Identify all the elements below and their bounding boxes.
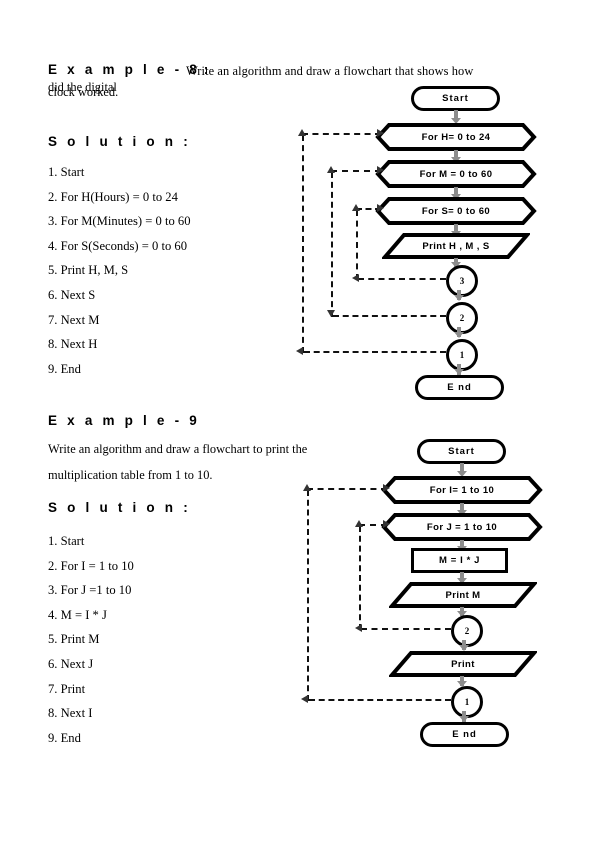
flowchart2-connector-1: 1	[451, 686, 483, 718]
flowchart2-loop-i-label: For I= 1 to 10	[429, 484, 495, 496]
flowchart2-feedback-j-arrowhead-up	[355, 520, 363, 527]
flowchart2-feedback-i-horizontal-bottom	[309, 699, 451, 701]
flowchart2-assign-process: M = I * J	[411, 548, 508, 573]
flowchart2-feedback-i-arrowhead-into-hex	[383, 484, 390, 492]
example-9-flowchart: Start For I= 1 to 10 For J = 1 to 10 M =…	[0, 0, 612, 842]
flowchart2-feedback-j-vertical	[359, 526, 361, 630]
flowchart2-print-parallelogram: Print	[389, 650, 537, 678]
flowchart2-feedback-i-arrowhead-up	[303, 484, 311, 491]
flowchart2-loop-j-hexagon: For J = 1 to 10	[381, 512, 543, 542]
flowchart2-start-terminator: Start	[417, 439, 506, 464]
flowchart2-feedback-i-horizontal-top	[307, 488, 387, 490]
flowchart2-feedback-j-arrowhead-left	[355, 624, 362, 632]
flowchart2-feedback-j-arrowhead-into-hex	[383, 520, 390, 528]
flowchart2-print-label: Print	[451, 658, 475, 670]
flowchart2-feedback-j-horizontal-bottom	[361, 628, 451, 630]
flowchart2-loop-j-label: For J = 1 to 10	[426, 521, 498, 533]
flowchart2-loop-i-hexagon: For I= 1 to 10	[381, 475, 543, 505]
flowchart2-connector-2: 2	[451, 615, 483, 647]
flowchart2-end-terminator: E nd	[420, 722, 509, 747]
flowchart2-print-m-parallelogram: Print M	[389, 581, 537, 609]
document-page: E x a m p l e - 8 : Write an algorithm a…	[0, 0, 612, 842]
flowchart2-feedback-i-vertical	[307, 490, 309, 701]
flowchart2-feedback-i-arrowhead-left	[301, 695, 308, 703]
flowchart2-print-m-label: Print M	[445, 589, 481, 601]
